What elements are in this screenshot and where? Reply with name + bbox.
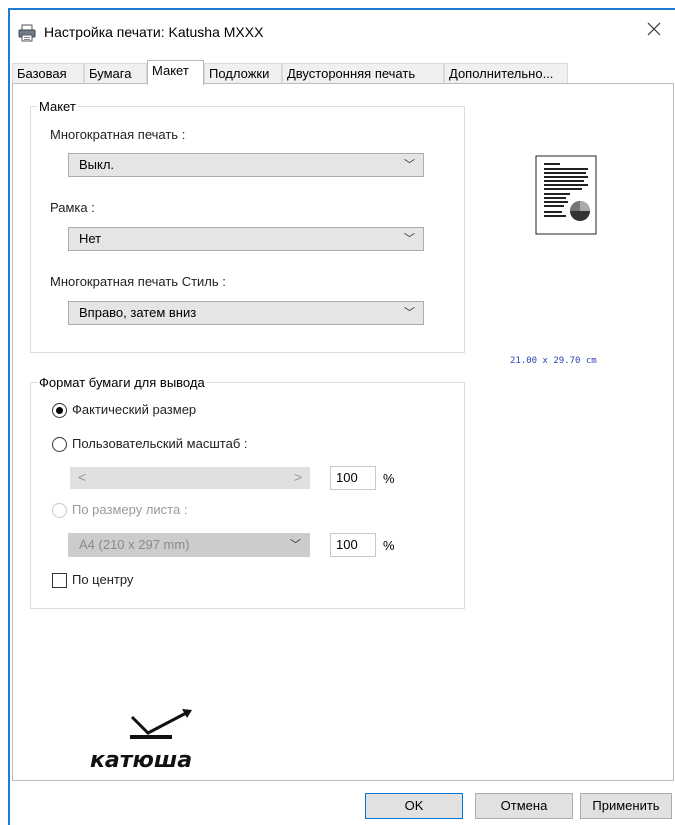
page-order-select[interactable]: Вправо, затем вниз ﹀ <box>68 301 424 325</box>
tab-watermarks[interactable]: Подложки <box>204 63 282 83</box>
multipage-label: Многократная печать : <box>50 127 186 142</box>
border-select[interactable]: Нет ﹀ <box>68 227 424 251</box>
tab-duplex[interactable]: Двусторонняя печать <box>282 63 444 83</box>
close-button[interactable] <box>643 20 665 42</box>
katusha-logo-graphic: катюша <box>90 709 192 773</box>
apply-button[interactable]: Применить <box>580 793 672 819</box>
output-size-group-title: Формат бумаги для вывода <box>37 375 207 390</box>
katusha-logo: катюша <box>90 705 230 775</box>
actual-size-label: Фактический размер <box>72 402 197 417</box>
border-label: Рамка : <box>50 200 95 215</box>
chevron-down-icon: ﹀ <box>404 159 415 171</box>
chevron-down-icon: ﹀ <box>404 233 415 245</box>
tab-basic[interactable]: Базовая <box>12 63 84 83</box>
title-bar: Настройка печати: Katusha MXXX <box>10 10 675 55</box>
tab-paper[interactable]: Бумага <box>84 63 147 83</box>
chevron-down-icon: ﹀ <box>290 539 301 551</box>
fit-paper-value: A4 (210 x 297 mm) <box>79 537 190 552</box>
chevron-left-icon: < <box>78 469 87 485</box>
fit-to-paper-label: По размеру листа : <box>72 502 188 517</box>
custom-scale-label: Пользовательский масштаб : <box>72 436 248 451</box>
window-title: Настройка печати: Katusha MXXX <box>44 24 264 40</box>
logo-wordmark: катюша <box>90 748 192 773</box>
tab-advanced[interactable]: Дополнительно... <box>444 63 568 83</box>
custom-scale-percent: % <box>383 471 395 486</box>
multipage-value: Выкл. <box>79 157 115 172</box>
fit-to-paper-radio[interactable] <box>52 503 67 518</box>
multipage-select[interactable]: Выкл. ﹀ <box>68 153 424 177</box>
border-value: Нет <box>79 231 102 246</box>
actual-size-radio[interactable] <box>52 403 67 418</box>
page-order-value: Вправо, затем вниз <box>79 305 197 320</box>
tab-layout[interactable]: Макет <box>147 60 204 85</box>
close-icon <box>647 22 661 36</box>
fit-scale-input[interactable]: 100 <box>330 533 376 557</box>
fit-paper-select[interactable]: A4 (210 x 297 mm) ﹀ <box>68 533 310 557</box>
center-checkbox[interactable] <box>52 573 67 588</box>
page-preview-graphic <box>535 155 597 235</box>
cancel-button[interactable]: Отмена <box>475 793 573 819</box>
page-preview <box>535 155 597 235</box>
chevron-down-icon: ﹀ <box>404 307 415 319</box>
custom-scale-radio[interactable] <box>52 437 67 452</box>
page-order-label: Многократная печать Стиль : <box>50 274 226 289</box>
custom-scale-slider[interactable]: < > <box>70 467 310 489</box>
printer-icon <box>18 24 36 42</box>
fit-scale-percent: % <box>383 538 395 553</box>
print-settings-window: Настройка печати: Katusha MXXX Базовая Б… <box>8 8 675 825</box>
chevron-right-icon: > <box>293 469 302 485</box>
ok-button[interactable]: OK <box>365 793 463 819</box>
paper-size-readout: 21.00 x 29.70 cm <box>510 356 597 366</box>
layout-group-title: Макет <box>37 99 78 114</box>
center-label: По центру <box>72 572 134 587</box>
custom-scale-input[interactable]: 100 <box>330 466 376 490</box>
